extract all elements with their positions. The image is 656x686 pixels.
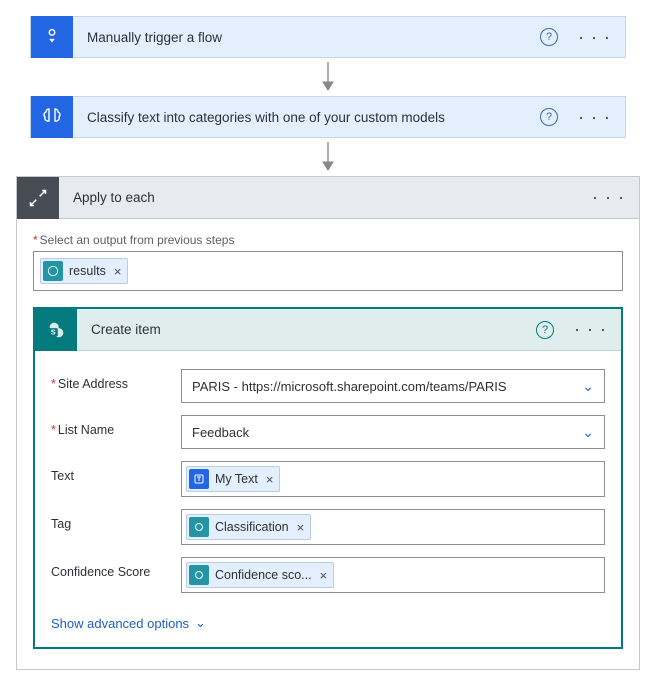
site-address-label: Site Address [51,369,181,391]
list-name-dropdown[interactable]: Feedback ⌄ [181,415,605,449]
loop-icon [17,177,59,219]
sharepoint-icon: S [35,309,77,351]
advanced-label: Show advanced options [51,616,189,631]
remove-token-icon[interactable]: × [264,472,274,487]
ai-icon [43,261,63,281]
apply-each-title: Apply to each [59,190,578,205]
help-icon[interactable]: ? [540,108,558,126]
more-menu[interactable]: · · · [564,107,625,128]
create-item-action: S Create item ? · · · Site Address PARIS… [33,307,623,649]
ai-icon [189,565,209,585]
list-name-label: List Name [51,415,181,437]
tag-input[interactable]: Classification × [181,509,605,545]
site-address-dropdown[interactable]: PARIS - https://microsoft.sharepoint.com… [181,369,605,403]
list-name-value: Feedback [192,425,249,440]
token-label: Confidence sco... [215,568,312,582]
connector-arrow [16,58,640,96]
connector-arrow [16,138,640,176]
classification-token[interactable]: Classification × [186,514,311,540]
more-menu[interactable]: · · · [560,319,621,340]
remove-token-icon[interactable]: × [295,520,305,535]
site-address-value: PARIS - https://microsoft.sharepoint.com… [192,379,507,394]
show-advanced-options[interactable]: Show advanced options ⌄ [35,611,621,647]
text-label: Text [51,461,181,483]
chevron-down-icon: ⌄ [195,615,206,631]
create-item-header[interactable]: S Create item ? · · · [35,309,621,351]
confidence-token[interactable]: Confidence sco... × [186,562,334,588]
select-output-label: Select an output from previous steps [33,233,623,247]
apply-each-header[interactable]: Apply to each · · · [17,177,639,219]
select-output-input[interactable]: results × [33,251,623,291]
remove-token-icon[interactable]: × [318,568,328,583]
token-label: Classification [215,520,289,534]
text-input[interactable]: My Text × [181,461,605,497]
ai-icon [189,517,209,537]
confidence-label: Confidence Score [51,557,181,579]
classify-step[interactable]: Classify text into categories with one o… [30,96,626,138]
help-icon[interactable]: ? [536,321,554,339]
help-icon[interactable]: ? [540,28,558,46]
results-token[interactable]: results × [40,258,128,284]
apply-to-each-container: Apply to each · · · Select an output fro… [16,176,640,670]
token-label: results [69,264,106,278]
confidence-input[interactable]: Confidence sco... × [181,557,605,593]
create-item-title: Create item [77,322,536,337]
mytext-token[interactable]: My Text × [186,466,280,492]
token-label: My Text [215,472,258,486]
chevron-down-icon: ⌄ [582,378,594,395]
more-menu[interactable]: · · · [578,187,639,208]
remove-token-icon[interactable]: × [112,264,122,279]
classify-title: Classify text into categories with one o… [73,110,540,125]
tap-icon [31,16,73,58]
chevron-down-icon: ⌄ [582,424,594,441]
text-var-icon [189,469,209,489]
svg-text:S: S [51,327,56,336]
tag-label: Tag [51,509,181,531]
more-menu[interactable]: · · · [564,27,625,48]
trigger-step[interactable]: Manually trigger a flow ? · · · [30,16,626,58]
brain-icon [31,96,73,138]
trigger-title: Manually trigger a flow [73,30,540,45]
